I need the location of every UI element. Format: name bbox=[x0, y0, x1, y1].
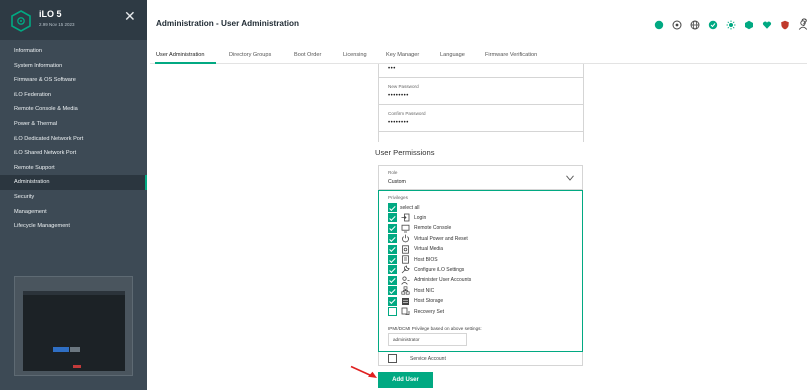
sidebar: iLO 5 2.99 Nov 15 2023 ✕ Information Sys… bbox=[0, 0, 147, 390]
globe-icon[interactable] bbox=[690, 20, 700, 30]
privilege-host-bios[interactable]: Host BIOS bbox=[388, 255, 578, 264]
chevron-down-icon bbox=[566, 175, 574, 181]
recovery-icon bbox=[401, 307, 410, 316]
sidebar-item-security[interactable]: Security bbox=[0, 190, 147, 205]
checkbox[interactable] bbox=[388, 244, 397, 254]
add-user-button[interactable]: Add User bbox=[378, 372, 433, 388]
tab-key-manager[interactable]: Key Manager bbox=[386, 52, 419, 58]
sun-icon[interactable] bbox=[726, 20, 736, 30]
privileges-group: Privileges select all Login Remote Conso… bbox=[378, 190, 583, 352]
heart-icon[interactable] bbox=[762, 20, 772, 30]
tab-directory-groups[interactable]: Directory Groups bbox=[229, 52, 271, 58]
sidebar-item-dedicated-network-port[interactable]: iLO Dedicated Network Port bbox=[0, 132, 147, 147]
privilege-select-all[interactable]: select all bbox=[388, 203, 578, 212]
privilege-configure-ilo[interactable]: Configure iLO Settings bbox=[388, 265, 578, 275]
role-select[interactable]: Role Custom bbox=[378, 165, 583, 190]
privilege-virtual-media[interactable]: Virtual Media bbox=[388, 244, 578, 254]
privilege-remote-console[interactable]: Remote Console bbox=[388, 223, 578, 233]
firmware-version: 2.99 Nov 15 2023 bbox=[39, 22, 75, 27]
checkbox[interactable] bbox=[388, 265, 397, 275]
tab-language[interactable]: Language bbox=[440, 52, 465, 58]
sidebar-item-power-thermal[interactable]: Power & Thermal bbox=[0, 117, 147, 132]
sidebar-header: iLO 5 2.99 Nov 15 2023 ✕ bbox=[0, 0, 147, 40]
disc-icon bbox=[401, 244, 410, 254]
user-admin-icon bbox=[401, 276, 410, 285]
help-icon[interactable]: ? bbox=[801, 18, 807, 29]
sidebar-item-remote-console-media[interactable]: Remote Console & Media bbox=[0, 102, 147, 117]
confirm-password-field[interactable]: Confirm Password •••••••• bbox=[378, 105, 583, 132]
ipmi-privilege-field: administrator bbox=[388, 333, 467, 346]
checkbox[interactable] bbox=[388, 307, 397, 316]
ipmi-privilege-label: IPMI/DCMI Privilege based on above setti… bbox=[388, 326, 482, 331]
privilege-login[interactable]: Login bbox=[388, 213, 578, 223]
checkbox[interactable] bbox=[388, 213, 397, 223]
user-permissions-title: User Permissions bbox=[375, 148, 435, 157]
confirm-password-label: Confirm Password bbox=[388, 111, 426, 116]
checkbox[interactable] bbox=[388, 296, 397, 306]
page-title: Administration - User Administration bbox=[156, 19, 299, 28]
privilege-host-storage[interactable]: Host Storage bbox=[388, 296, 578, 306]
login-icon bbox=[401, 213, 410, 222]
health-icon[interactable] bbox=[654, 20, 664, 30]
privilege-administer-user-accounts[interactable]: Administer User Accounts bbox=[388, 275, 578, 285]
brand-name: iLO 5 bbox=[39, 9, 62, 19]
active-tab-indicator bbox=[155, 62, 216, 64]
privilege-host-nic[interactable]: Host NIC bbox=[388, 286, 578, 296]
check-icon[interactable] bbox=[708, 20, 718, 30]
checkbox[interactable] bbox=[388, 286, 397, 296]
sidebar-item-shared-network-port[interactable]: iLO Shared Network Port bbox=[0, 146, 147, 161]
sidebar-item-ilo-federation[interactable]: iLO Federation bbox=[0, 88, 147, 103]
tab-boot-order[interactable]: Boot Order bbox=[294, 52, 321, 58]
tab-user-administration[interactable]: User Administration bbox=[156, 52, 205, 58]
checkbox[interactable] bbox=[388, 203, 397, 212]
new-password-label: New Password bbox=[388, 84, 419, 89]
sidebar-item-remote-support[interactable]: Remote Support bbox=[0, 161, 147, 176]
checkbox[interactable] bbox=[388, 275, 397, 285]
role-label: Role bbox=[388, 170, 398, 175]
sidebar-nav: Information System Information Firmware … bbox=[0, 44, 147, 234]
service-account-checkbox[interactable] bbox=[388, 354, 397, 363]
tab-bar: User Administration Directory Groups Boo… bbox=[150, 46, 807, 64]
tab-licensing[interactable]: Licensing bbox=[343, 52, 367, 58]
target-icon[interactable] bbox=[672, 20, 682, 30]
checkbox[interactable] bbox=[388, 223, 397, 233]
password-field-partial[interactable]: ••• bbox=[378, 64, 583, 78]
monitor-icon bbox=[401, 224, 410, 233]
checkbox[interactable] bbox=[388, 255, 397, 264]
storage-icon bbox=[401, 297, 410, 306]
confirm-password-value: •••••••• bbox=[388, 120, 409, 126]
network-icon bbox=[401, 286, 410, 295]
privileges-label: Privileges bbox=[388, 195, 408, 200]
bios-icon bbox=[401, 255, 410, 264]
remote-console-preview[interactable] bbox=[14, 276, 133, 376]
console-thumbnail bbox=[23, 291, 125, 371]
sidebar-item-firmware-os-software[interactable]: Firmware & OS Software bbox=[0, 73, 147, 88]
privilege-virtual-power-reset[interactable]: Virtual Power and Reset bbox=[388, 234, 578, 244]
service-account-label: Service Account bbox=[410, 356, 446, 362]
service-account-row[interactable]: Service Account bbox=[378, 352, 583, 366]
tab-firmware-verification[interactable]: Firmware Verification bbox=[485, 52, 537, 58]
sidebar-item-information[interactable]: Information bbox=[0, 44, 147, 59]
sidebar-item-administration[interactable]: Administration bbox=[0, 175, 147, 190]
ilo-logo-icon bbox=[11, 10, 31, 32]
power-icon bbox=[401, 234, 410, 243]
wrench-icon bbox=[401, 265, 410, 274]
privilege-recovery-set[interactable]: Recovery Set bbox=[388, 307, 578, 316]
role-value: Custom bbox=[388, 179, 406, 185]
sidebar-item-lifecycle-management[interactable]: Lifecycle Management bbox=[0, 219, 147, 234]
sidebar-item-system-information[interactable]: System Information bbox=[0, 59, 147, 74]
new-password-field[interactable]: New Password •••••••• bbox=[378, 78, 583, 105]
sidebar-item-management[interactable]: Management bbox=[0, 205, 147, 220]
close-icon[interactable]: ✕ bbox=[124, 9, 136, 23]
chip-icon[interactable] bbox=[744, 20, 754, 30]
shield-icon[interactable] bbox=[780, 20, 790, 30]
new-password-value: •••••••• bbox=[388, 93, 409, 99]
checkbox[interactable] bbox=[388, 234, 397, 244]
red-arrow-annotation bbox=[350, 365, 377, 378]
